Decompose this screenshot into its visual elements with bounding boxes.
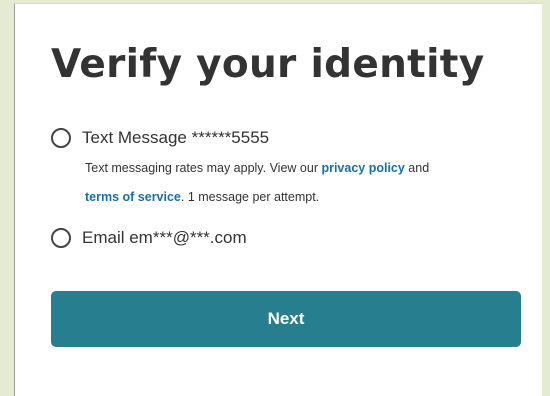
radio-email[interactable]	[51, 228, 71, 248]
verify-card: Verify your identity Text Message ******…	[14, 3, 542, 396]
sms-note-text: Text messaging rates may apply. View our	[85, 161, 322, 175]
next-button[interactable]: Next	[51, 291, 521, 347]
sms-note-attempt: . 1 message per attempt.	[180, 190, 320, 204]
radio-text-message[interactable]	[51, 128, 71, 148]
terms-of-service-link[interactable]: terms of service	[85, 190, 181, 204]
sms-note-and: and	[404, 161, 430, 175]
option-text-message[interactable]: Text Message ******5555	[51, 128, 269, 148]
privacy-policy-link[interactable]: privacy policy	[321, 161, 404, 175]
option-text-message-label: Text Message ******5555	[82, 128, 270, 147]
page-title: Verify your identity	[51, 42, 485, 87]
option-email-label: Email em***@***.com	[82, 228, 247, 247]
sms-note-line-2: terms of service. 1 message per attempt.	[85, 190, 505, 204]
sms-note-line-1: Text messaging rates may apply. View our…	[85, 161, 505, 175]
option-email[interactable]: Email em***@***.com	[51, 228, 247, 248]
